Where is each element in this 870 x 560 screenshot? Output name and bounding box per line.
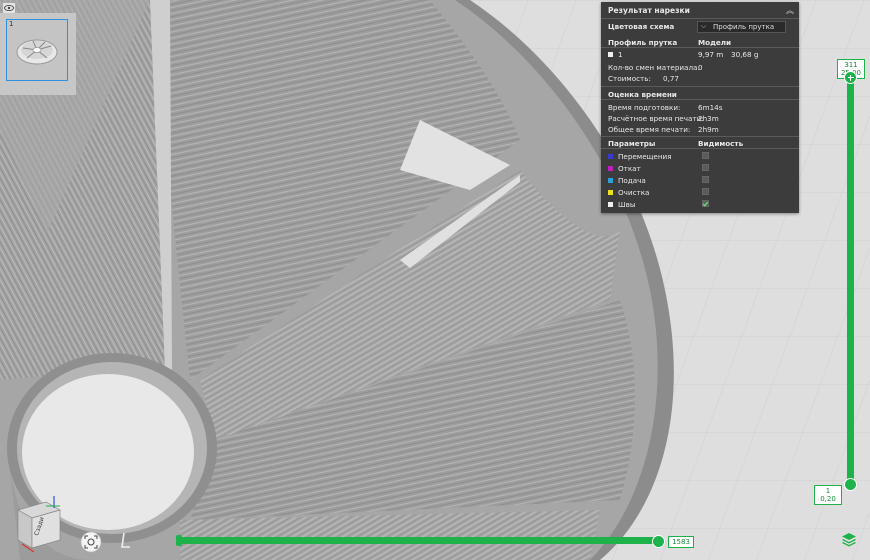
total-time-label: Общее время печати: <box>608 125 691 134</box>
chevron-down-icon: ⌵ <box>701 22 707 30</box>
total-time-value: 2h9m <box>698 125 719 134</box>
bottom-layer-label: 1 0,20 <box>814 485 842 505</box>
bottom-layer-number: 1 <box>825 487 831 495</box>
filament-weight: 30,68 g <box>731 50 759 59</box>
slice-result-panel: Результат нарезки ︽ Цветовая схема ⌵ Про… <box>601 2 799 213</box>
models-header: Модели <box>698 38 732 47</box>
bottom-layer-handle[interactable] <box>844 478 857 491</box>
panel-title: Результат нарезки <box>608 6 690 15</box>
travel-visibility-checkbox[interactable] <box>702 152 709 159</box>
model-preview-icon <box>16 39 58 65</box>
param-label-seams: Швы <box>618 200 636 209</box>
material-changes-value: 0 <box>698 63 703 72</box>
prep-time-value: 6m14s <box>698 103 723 112</box>
layers-icon <box>842 533 856 547</box>
move-slider-track[interactable] <box>180 537 660 544</box>
plate-thumbnail-panel: 1 <box>0 13 76 95</box>
filament-color-swatch <box>608 52 613 57</box>
eye-icon <box>4 4 14 12</box>
view-cube[interactable]: Сзади <box>14 496 64 552</box>
retract-visibility-checkbox[interactable] <box>702 164 709 171</box>
ruler-icon <box>121 532 130 548</box>
move-slider-handle[interactable] <box>652 535 665 548</box>
print-time-label: Расчётное время печати: <box>608 114 704 123</box>
color-scheme-select[interactable]: ⌵ Профиль прутка <box>697 21 786 33</box>
param-label-travel: Перемещения <box>618 152 672 161</box>
travel-color-swatch <box>608 154 613 159</box>
color-scheme-value: Профиль прутка <box>713 23 775 31</box>
reset-camera-button[interactable] <box>80 531 102 553</box>
layers-button[interactable] <box>841 531 857 547</box>
retract-color-swatch <box>608 166 613 171</box>
print-time-value: 2h3m <box>698 114 719 123</box>
layer-slider-track[interactable] <box>847 77 854 484</box>
wipe-color-swatch <box>608 190 613 195</box>
color-scheme-label: Цветовая схема <box>608 22 675 31</box>
prep-time-label: Время подготовки: <box>608 103 681 112</box>
profile-header: Профиль прутка <box>608 38 678 47</box>
wipe-visibility-checkbox[interactable] <box>702 188 709 195</box>
measure-tool-button[interactable] <box>118 531 132 553</box>
extrude-color-swatch <box>608 178 613 183</box>
top-layer-handle[interactable] <box>844 71 857 84</box>
filament-length: 9,97 m <box>698 50 724 59</box>
seams-visibility-checkbox[interactable] <box>702 200 709 207</box>
move-slider-value: 1583 <box>668 536 694 548</box>
bottom-layer-height: 0,20 <box>820 495 836 503</box>
extrude-visibility-checkbox[interactable] <box>702 176 709 183</box>
plate-thumbnail[interactable]: 1 <box>6 19 68 81</box>
profile-id: 1 <box>618 50 623 59</box>
param-label-extrude: Подача <box>618 176 646 185</box>
seams-color-swatch <box>608 202 613 207</box>
params-header: Параметры <box>608 139 656 148</box>
time-header: Оценка времени <box>608 90 677 99</box>
param-label-retract: Откат <box>618 164 641 173</box>
collapse-icon[interactable]: ︽ <box>786 5 794 16</box>
param-label-wipe: Очистка <box>618 188 650 197</box>
plate-index: 1 <box>9 20 14 28</box>
material-changes-label: Кол-во смен материала: <box>608 63 700 72</box>
visibility-header: Видимость <box>698 139 744 148</box>
top-layer-number: 311 <box>844 61 858 69</box>
cost-label: Стоимость: <box>608 74 651 83</box>
cost-value: 0,77 <box>663 74 680 83</box>
